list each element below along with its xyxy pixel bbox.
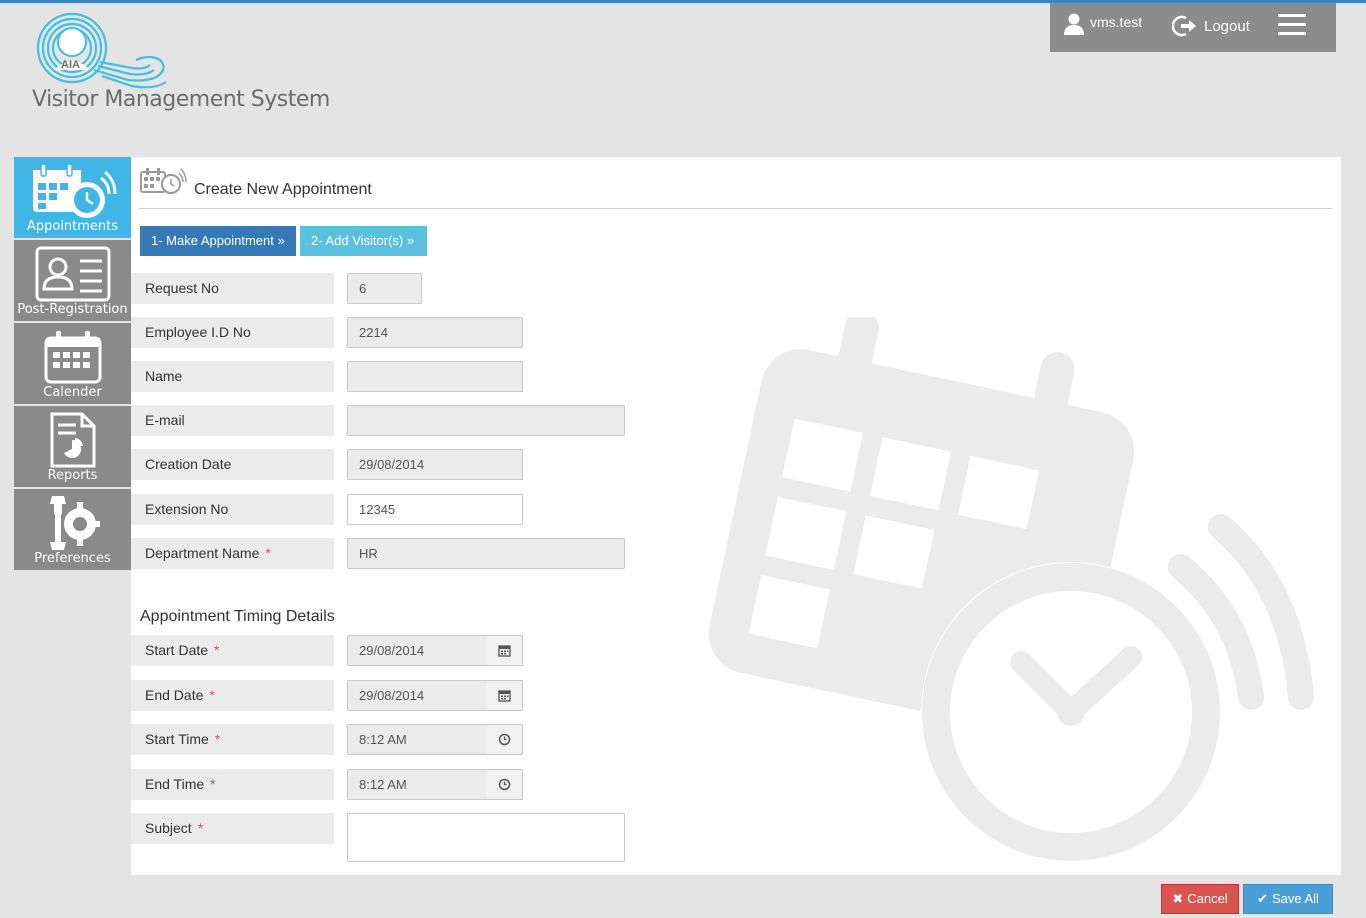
required-marker: * — [197, 820, 204, 836]
save-label: Save All — [1271, 891, 1319, 906]
extension-no-label: Extension No — [131, 494, 334, 525]
subject-textarea[interactable] — [347, 813, 625, 862]
request-no-label: Request No — [131, 273, 334, 304]
start-time-label: Start Time * — [131, 724, 334, 755]
name-field[interactable] — [347, 361, 523, 392]
calendar-icon — [44, 331, 101, 384]
calendar-clock-icon — [140, 168, 187, 194]
sidebar-item-preferences[interactable]: Preferences — [14, 489, 131, 570]
report-icon — [50, 412, 95, 468]
department-name-field[interactable]: HR — [347, 538, 625, 569]
page-title: Create New Appointment — [194, 181, 372, 198]
main-panel: Create New Appointment 1- Make Appointme… — [131, 157, 1341, 875]
panel-header: Create New Appointment — [139, 165, 1332, 209]
cancel-button[interactable]: ✖ Cancel — [1161, 884, 1239, 914]
step-make-appointment[interactable]: 1- Make Appointment » — [140, 226, 296, 256]
logout-button[interactable]: Logout — [1172, 14, 1250, 38]
required-marker: * — [209, 687, 215, 703]
email-label: E-mail — [131, 405, 334, 436]
id-card-icon — [35, 246, 110, 302]
sidebar-item-label: Calender — [43, 385, 102, 400]
sidebar-item-label: Post-Registration — [17, 302, 128, 317]
subject-label: Subject * — [131, 813, 334, 844]
sidebar-item-appointments[interactable]: Appointments — [14, 157, 131, 238]
calendar-icon — [497, 645, 511, 657]
creation-date-field[interactable]: 29/08/2014 — [347, 449, 523, 480]
cancel-label: Cancel — [1187, 891, 1228, 906]
username-label: vms.test — [1090, 14, 1143, 30]
sidebar-item-post-registration[interactable]: Post-Registration — [14, 240, 131, 321]
sidebar-item-calender[interactable]: Calender — [14, 323, 131, 404]
calendar-clock-icon — [32, 163, 116, 218]
sidebar-item-label: Appointments — [26, 219, 119, 234]
required-marker: * — [210, 776, 216, 792]
start-date-label: Start Date * — [131, 635, 334, 666]
employee-id-label: Employee I.D No — [131, 317, 334, 348]
start-time-picker-button[interactable] — [486, 724, 523, 755]
name-label: Name — [131, 361, 334, 392]
logo-mark-text: AIA — [61, 59, 80, 71]
user-icon — [1064, 13, 1084, 35]
app-title: Visitor Management System — [32, 87, 330, 112]
sidebar-item-reports[interactable]: Reports — [14, 406, 131, 487]
required-marker: * — [214, 731, 221, 747]
request-no-field[interactable]: 6 — [347, 273, 422, 304]
end-date-picker-button[interactable] — [486, 680, 523, 711]
end-date-label: End Date * — [131, 680, 334, 711]
email-field[interactable] — [347, 405, 625, 436]
end-time-label: End Time * — [131, 769, 334, 800]
sidebar-item-label: Preferences — [34, 551, 111, 566]
end-date-field[interactable]: 29/08/2014 — [347, 680, 487, 711]
hamburger-menu-icon[interactable] — [1278, 14, 1306, 38]
calendar-clock-watermark-icon — [708, 317, 1314, 862]
start-date-picker-button[interactable] — [486, 635, 523, 666]
start-date-field[interactable]: 29/08/2014 — [347, 635, 487, 666]
app-logo[interactable]: AIA Visitor Management System — [28, 10, 330, 120]
required-marker: * — [214, 642, 220, 658]
calendar-icon — [497, 690, 511, 702]
top-bar: vms.test Logout — [1050, 3, 1336, 52]
gear-wrench-icon — [49, 496, 100, 550]
sidebar: Appointments Post-Registration Calender … — [14, 157, 131, 572]
check-icon: ✔ — [1257, 891, 1268, 906]
timing-section-title: Appointment Timing Details — [140, 608, 335, 625]
close-icon: ✖ — [1172, 891, 1184, 906]
user-menu[interactable]: vms.test — [1064, 13, 1142, 35]
clock-icon — [498, 733, 510, 746]
end-time-field[interactable]: 8:12 AM — [347, 769, 487, 800]
required-marker: * — [265, 545, 271, 561]
employee-id-field[interactable]: 2214 — [347, 317, 523, 348]
creation-date-label: Creation Date — [131, 449, 334, 480]
end-time-picker-button[interactable] — [486, 769, 523, 800]
logout-icon — [1172, 15, 1196, 37]
extension-no-field[interactable]: 12345 — [347, 494, 523, 525]
save-all-button[interactable]: ✔ Save All — [1243, 884, 1333, 914]
start-time-field[interactable]: 8:12 AM — [347, 724, 487, 755]
sidebar-item-label: Reports — [47, 468, 98, 483]
clock-icon — [498, 778, 510, 791]
department-name-label: Department Name * — [131, 538, 334, 569]
step-add-visitors[interactable]: 2- Add Visitor(s) » — [300, 226, 427, 256]
logout-label: Logout — [1204, 17, 1250, 35]
